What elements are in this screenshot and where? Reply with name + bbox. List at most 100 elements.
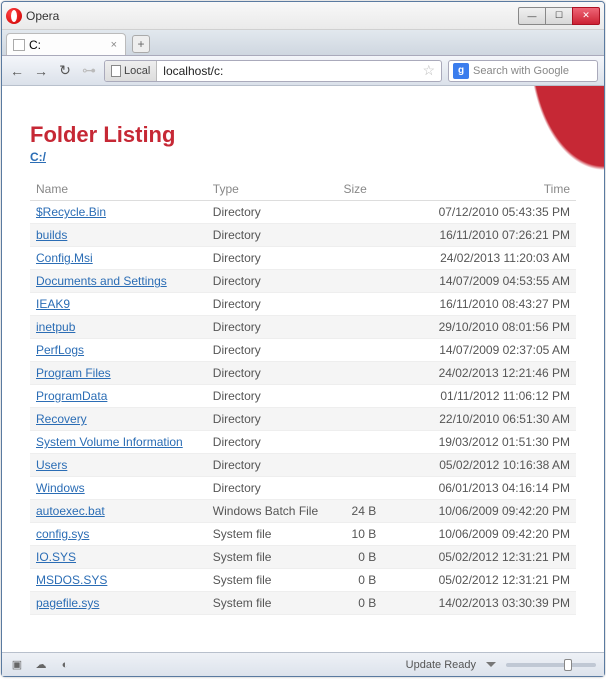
cell-type: Directory (207, 339, 338, 362)
entry-link[interactable]: IEAK9 (36, 297, 70, 311)
cell-type: Directory (207, 477, 338, 500)
col-time[interactable]: Time (416, 178, 576, 201)
entry-link[interactable]: ProgramData (36, 389, 107, 403)
chevron-down-icon[interactable] (486, 662, 496, 667)
cell-size (338, 362, 417, 385)
cell-type: Directory (207, 362, 338, 385)
forward-button[interactable]: → (32, 62, 50, 80)
entry-link[interactable]: Documents and Settings (36, 274, 167, 288)
window-controls: — ☐ ✕ (519, 7, 600, 25)
table-row: RecoveryDirectory22/10/2010 06:51:30 AM (30, 408, 576, 431)
table-row: Documents and SettingsDirectory14/07/200… (30, 270, 576, 293)
zoom-thumb[interactable] (564, 659, 572, 671)
tab-active[interactable]: C: × (6, 33, 126, 55)
cell-time: 29/10/2010 08:01:56 PM (416, 316, 576, 339)
entry-link[interactable]: builds (36, 228, 67, 242)
cell-time: 16/11/2010 08:43:27 PM (416, 293, 576, 316)
entry-link[interactable]: Windows (36, 481, 85, 495)
cell-name: inetpub (30, 316, 207, 339)
entry-link[interactable]: $Recycle.Bin (36, 205, 106, 219)
cell-name: IEAK9 (30, 293, 207, 316)
table-row: MSDOS.SYSSystem file0 B05/02/2012 12:31:… (30, 569, 576, 592)
toolbar: ← → ↻ ⊶ Local localhost/c: ☆ g Search wi… (2, 56, 604, 86)
cell-time: 14/02/2013 03:30:39 PM (416, 592, 576, 615)
col-type[interactable]: Type (207, 178, 338, 201)
table-row: $Recycle.BinDirectory07/12/2010 05:43:35… (30, 201, 576, 224)
search-field[interactable]: g Search with Google (448, 60, 598, 82)
entry-link[interactable]: autoexec.bat (36, 504, 105, 518)
cell-name: ProgramData (30, 385, 207, 408)
table-row: autoexec.batWindows Batch File24 B10/06/… (30, 500, 576, 523)
cell-size (338, 201, 417, 224)
cell-type: Directory (207, 293, 338, 316)
cell-type: System file (207, 546, 338, 569)
entry-link[interactable]: Program Files (36, 366, 111, 380)
bookmark-star-icon[interactable]: ☆ (416, 62, 441, 79)
cell-size (338, 477, 417, 500)
local-label: Local (124, 65, 150, 77)
cell-type: Directory (207, 454, 338, 477)
app-name: Opera (26, 9, 59, 23)
opera-icon[interactable] (6, 8, 22, 24)
cell-size (338, 293, 417, 316)
table-row: config.sysSystem file10 B10/06/2009 09:4… (30, 523, 576, 546)
table-row: buildsDirectory16/11/2010 07:26:21 PM (30, 224, 576, 247)
cell-time: 10/06/2009 09:42:20 PM (416, 523, 576, 546)
entry-link[interactable]: pagefile.sys (36, 596, 99, 610)
search-placeholder[interactable]: Search with Google (473, 65, 597, 77)
cell-time: 05/02/2012 12:31:21 PM (416, 546, 576, 569)
titlebar: Opera — ☐ ✕ (2, 2, 604, 30)
turbo-icon[interactable]: ◐ (58, 658, 72, 672)
maximize-button[interactable]: ☐ (545, 7, 573, 25)
listing-table: Name Type Size Time $Recycle.BinDirector… (30, 178, 576, 615)
reload-button[interactable]: ↻ (56, 62, 74, 80)
cell-name: PerfLogs (30, 339, 207, 362)
entry-link[interactable]: PerfLogs (36, 343, 84, 357)
col-name[interactable]: Name (30, 178, 207, 201)
minimize-button[interactable]: — (518, 7, 546, 25)
table-row: ProgramDataDirectory01/11/2012 11:06:12 … (30, 385, 576, 408)
entry-link[interactable]: config.sys (36, 527, 89, 541)
cell-type: System file (207, 523, 338, 546)
cell-name: $Recycle.Bin (30, 201, 207, 224)
entry-link[interactable]: Config.Msi (36, 251, 93, 265)
entry-link[interactable]: MSDOS.SYS (36, 573, 107, 587)
table-row: System Volume InformationDirectory19/03/… (30, 431, 576, 454)
entry-link[interactable]: Users (36, 458, 67, 472)
tab-close-button[interactable]: × (111, 39, 117, 51)
cell-type: Directory (207, 270, 338, 293)
entry-link[interactable]: inetpub (36, 320, 75, 334)
new-tab-button[interactable]: + (132, 35, 150, 53)
zoom-slider[interactable] (506, 663, 596, 667)
col-size[interactable]: Size (338, 178, 417, 201)
back-button[interactable]: ← (8, 62, 26, 80)
cell-name: Documents and Settings (30, 270, 207, 293)
address-bar[interactable]: Local localhost/c: ☆ (104, 60, 442, 82)
url-text[interactable]: localhost/c: (157, 64, 416, 78)
key-icon: ⊶ (80, 62, 98, 80)
cell-name: Config.Msi (30, 247, 207, 270)
table-row: IO.SYSSystem file0 B05/02/2012 12:31:21 … (30, 546, 576, 569)
update-ready-label[interactable]: Update Ready (406, 659, 476, 671)
google-icon[interactable]: g (453, 63, 469, 79)
cell-time: 14/07/2009 02:37:05 AM (416, 339, 576, 362)
path-link[interactable]: C:/ (30, 150, 46, 164)
cell-name: Program Files (30, 362, 207, 385)
cell-type: Directory (207, 247, 338, 270)
entry-link[interactable]: System Volume Information (36, 435, 183, 449)
cell-time: 05/02/2012 12:31:21 PM (416, 569, 576, 592)
cell-name: Windows (30, 477, 207, 500)
table-row: Config.MsiDirectory24/02/2013 11:20:03 A… (30, 247, 576, 270)
local-badge[interactable]: Local (105, 61, 157, 81)
browser-window: Opera — ☐ ✕ C: × + ← → ↻ ⊶ Local localho… (1, 1, 605, 677)
close-button[interactable]: ✕ (572, 7, 600, 25)
cloud-icon[interactable]: ☁ (34, 658, 48, 672)
cell-size (338, 270, 417, 293)
entry-link[interactable]: Recovery (36, 412, 87, 426)
panel-icon[interactable]: ▣ (10, 658, 24, 672)
cell-name: System Volume Information (30, 431, 207, 454)
entry-link[interactable]: IO.SYS (36, 550, 76, 564)
cell-type: Directory (207, 316, 338, 339)
cell-name: Recovery (30, 408, 207, 431)
cell-time: 19/03/2012 01:51:30 PM (416, 431, 576, 454)
